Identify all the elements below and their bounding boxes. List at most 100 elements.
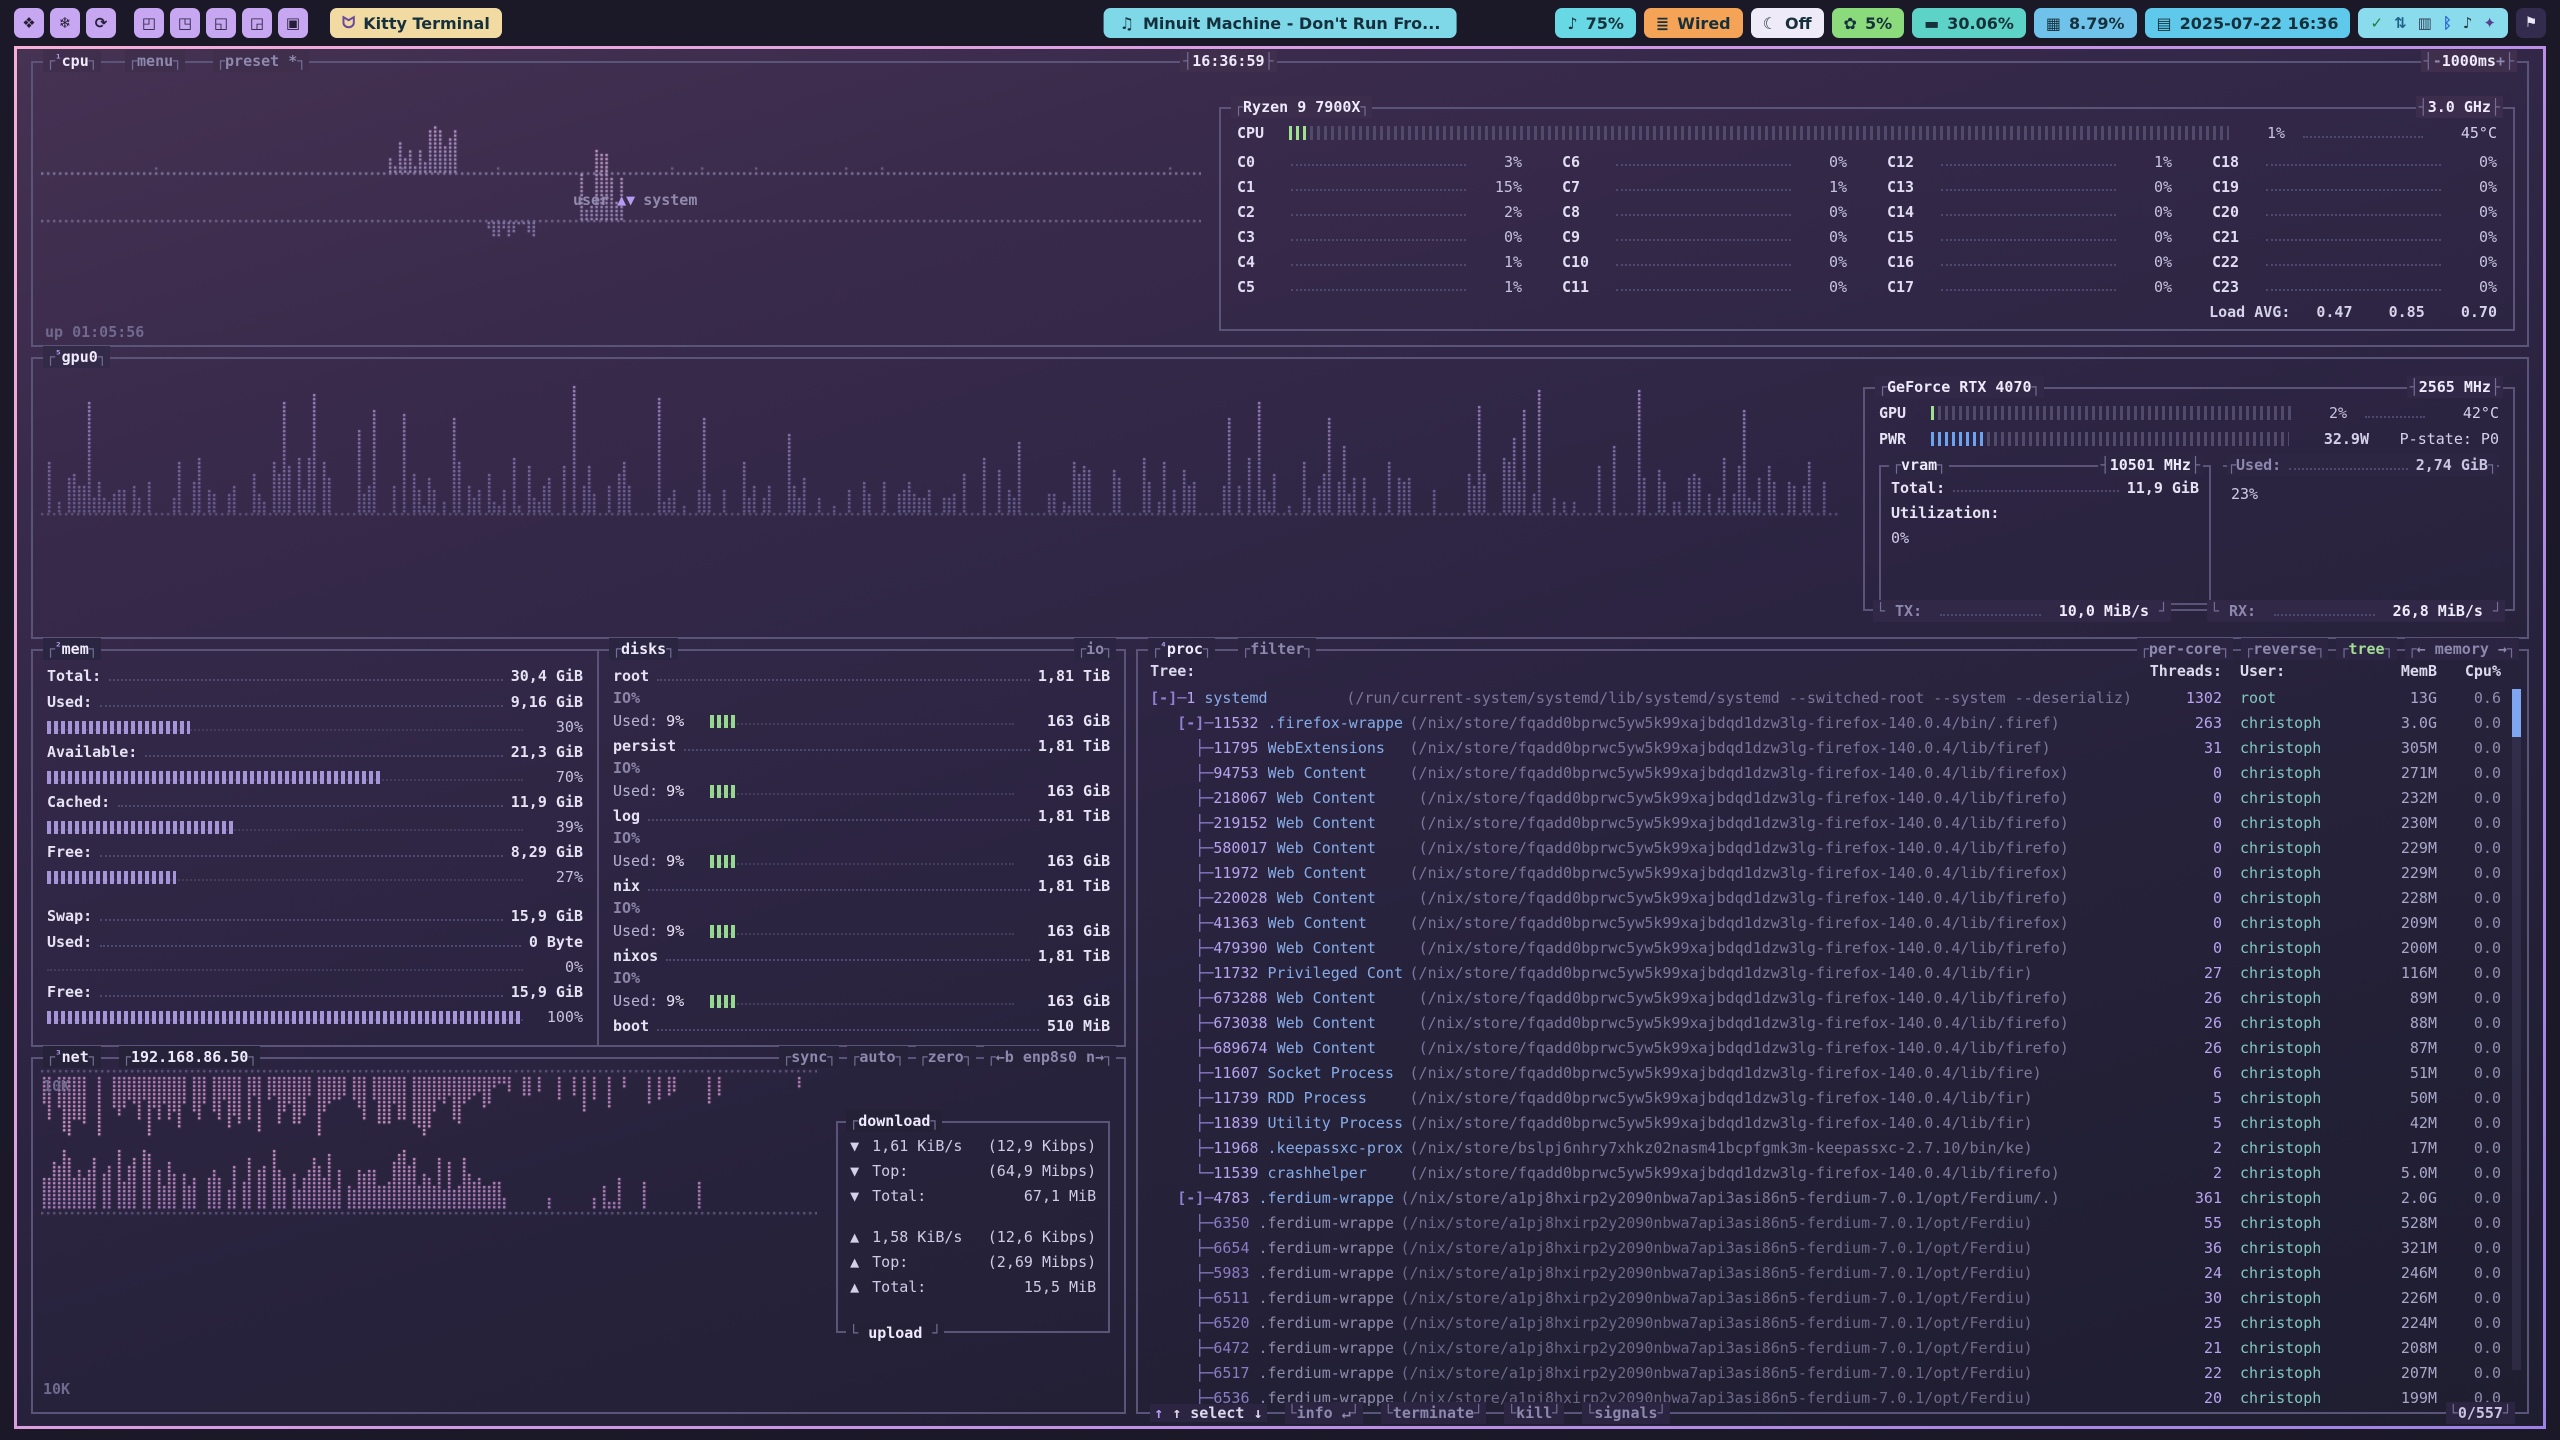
core-name: C16 bbox=[1887, 253, 1933, 271]
menu-button[interactable]: ┌menu┐ bbox=[125, 50, 185, 72]
threads-column-header[interactable]: Threads: bbox=[2132, 662, 2222, 680]
process-row[interactable]: ├─6511.ferdium-wrappe(/nix/store/a1pj8hx… bbox=[1150, 1285, 2501, 1310]
process-row[interactable]: [-]─11532.firefox-wrappe(/nix/store/fqad… bbox=[1150, 710, 2501, 735]
process-row[interactable]: ├─94753Web Content(/nix/store/fqadd0bprw… bbox=[1150, 760, 2501, 785]
core-usage-percent: 0% bbox=[1799, 228, 1847, 246]
net-zero-toggle[interactable]: ┌zero┐ bbox=[916, 1046, 976, 1068]
music-widget[interactable]: ♫ Minuit Machine - Don't Run Fro... bbox=[1104, 8, 1457, 38]
process-row[interactable]: ├─6472.ferdium-wrappe(/nix/store/a1pj8hx… bbox=[1150, 1335, 2501, 1360]
net-interface-selector[interactable]: ┌←b enp8s0 n→┐ bbox=[984, 1046, 1116, 1068]
process-rows: [-]─1systemd(/run/current-system/systemd… bbox=[1138, 683, 2527, 1412]
process-threads: 0 bbox=[2132, 914, 2222, 932]
process-filter-button[interactable]: ┌filter┐ bbox=[1238, 638, 1316, 660]
process-row[interactable]: ├─6520.ferdium-wrappe(/nix/store/a1pj8hx… bbox=[1150, 1310, 2501, 1335]
battery-widget[interactable]: ✿5% bbox=[1832, 8, 1905, 38]
vram-title: ┌vram┐ bbox=[1889, 454, 1949, 476]
signals-button[interactable]: └signals┘ bbox=[1582, 1402, 1669, 1424]
cpu-column-header[interactable]: Cpu% bbox=[2437, 662, 2501, 680]
window-title-button[interactable]: ᗢ Kitty Terminal bbox=[330, 8, 502, 38]
display-icon[interactable]: ▥ bbox=[2418, 14, 2432, 32]
launcher-button[interactable]: ❖ bbox=[14, 8, 44, 38]
process-row[interactable]: ├─41363Web Content(/nix/store/fqadd0bprw… bbox=[1150, 910, 2501, 935]
reload-button[interactable]: ⟳ bbox=[86, 8, 116, 38]
process-row[interactable]: ├─673288Web Content(/nix/store/fqadd0bpr… bbox=[1150, 985, 2501, 1010]
process-row[interactable]: ├─580017Web Content(/nix/store/fqadd0bpr… bbox=[1150, 835, 2501, 860]
process-row[interactable]: └─11539crashhelper(/nix/store/fqadd0bprw… bbox=[1150, 1160, 2501, 1185]
process-row[interactable]: ├─5983.ferdium-wrappe(/nix/store/a1pj8hx… bbox=[1150, 1260, 2501, 1285]
clock-widget[interactable]: ▤2025-07-22 16:36 bbox=[2145, 8, 2351, 38]
process-threads: 1302 bbox=[2132, 689, 2222, 707]
clock-label: 2025-07-22 16:36 bbox=[2180, 14, 2339, 33]
interval-decrease-button[interactable]: - bbox=[2433, 50, 2442, 72]
process-row[interactable]: ├─11732Privileged Cont(/nix/store/fqadd0… bbox=[1150, 960, 2501, 985]
process-name: WebExtensions bbox=[1268, 739, 1410, 757]
network-widget[interactable]: ≣Wired bbox=[1644, 8, 1743, 38]
workspace-5-button[interactable]: ▣ bbox=[278, 8, 308, 38]
sort-column-selector[interactable]: ┌← memory →┐ bbox=[2405, 638, 2519, 660]
volume-widget[interactable]: ♪75% bbox=[1555, 8, 1636, 38]
process-row[interactable]: ├─673038Web Content(/nix/store/fqadd0bpr… bbox=[1150, 1010, 2501, 1035]
preset-button[interactable]: ┌preset *┐ bbox=[213, 50, 309, 72]
process-row[interactable]: ├─6517.ferdium-wrappe(/nix/store/a1pj8hx… bbox=[1150, 1360, 2501, 1385]
disks-io-toggle[interactable]: ┌io┐ bbox=[1074, 638, 1116, 660]
tree-branch: [-]─ bbox=[1150, 714, 1213, 732]
terminate-button[interactable]: └terminate┘ bbox=[1381, 1402, 1486, 1424]
notification-bell-button[interactable]: ⚑ bbox=[2516, 8, 2546, 38]
status-check-icon[interactable]: ✓ bbox=[2370, 14, 2383, 32]
process-row[interactable]: ├─11968.keepassxc-prox(/nix/store/bslpj6… bbox=[1150, 1135, 2501, 1160]
process-threads: 30 bbox=[2132, 1289, 2222, 1307]
workspace-4-button[interactable]: ◲ bbox=[242, 8, 272, 38]
process-row[interactable]: ├─220028Web Content(/nix/store/fqadd0bpr… bbox=[1150, 885, 2501, 910]
info-button[interactable]: └info ↵┘ bbox=[1285, 1402, 1363, 1424]
process-row[interactable]: ├─11839Utility Process(/nix/store/fqadd0… bbox=[1150, 1110, 2501, 1135]
process-row[interactable]: ├─218067Web Content(/nix/store/fqadd0bpr… bbox=[1150, 785, 2501, 810]
reload-icon: ⟳ bbox=[95, 14, 108, 32]
process-row[interactable]: ├─219152Web Content(/nix/store/fqadd0bpr… bbox=[1150, 810, 2501, 835]
workspace-3-button[interactable]: ◱ bbox=[206, 8, 236, 38]
process-row[interactable]: ├─6350.ferdium-wrappe(/nix/store/a1pj8hx… bbox=[1150, 1210, 2501, 1235]
workspace-2-button[interactable]: ◳ bbox=[170, 8, 200, 38]
process-row[interactable]: ├─11972Web Content(/nix/store/fqadd0bprw… bbox=[1150, 860, 2501, 885]
net-stats-box: ┌download┐ └upload┘ ▼1,61 KiB/s(12,9 Kib… bbox=[836, 1121, 1110, 1333]
cpu-usage-widget[interactable]: ▦8.79% bbox=[2034, 8, 2137, 38]
process-row[interactable]: ├─11739RDD Process(/nix/store/fqadd0bprw… bbox=[1150, 1085, 2501, 1110]
process-row[interactable]: ├─479390Web Content(/nix/store/fqadd0bpr… bbox=[1150, 935, 2501, 960]
user-column-header[interactable]: User: bbox=[2222, 662, 2352, 680]
disk-root: root1,81 TiBIO%Used:9%163 GiB bbox=[613, 663, 1110, 733]
workspace-1-button[interactable]: ◰ bbox=[134, 8, 164, 38]
process-pid: 218067 bbox=[1213, 789, 1267, 807]
audio-icon[interactable]: ♪ bbox=[2463, 14, 2473, 32]
process-row[interactable]: ├─11607Socket Process(/nix/store/fqadd0b… bbox=[1150, 1060, 2501, 1085]
idle-inhibitor-widget[interactable]: ☾Off bbox=[1751, 8, 1824, 38]
net-auto-toggle[interactable]: ┌auto┐ bbox=[847, 1046, 907, 1068]
system-tray[interactable]: ✓ ⇅ ▥ ᛒ ♪ ✦ bbox=[2358, 8, 2508, 38]
per-core-toggle[interactable]: ┌per-core┐ bbox=[2137, 638, 2233, 660]
kill-button[interactable]: └kill┘ bbox=[1504, 1402, 1564, 1424]
memory-column-header[interactable]: MemB bbox=[2352, 662, 2437, 680]
gpu-graph bbox=[41, 367, 1841, 517]
process-row[interactable]: [-]─1systemd(/run/current-system/systemd… bbox=[1150, 685, 2501, 710]
sync-icon[interactable]: ⇅ bbox=[2394, 14, 2407, 32]
reverse-toggle[interactable]: ┌reverse┐ bbox=[2241, 638, 2328, 660]
process-user: christoph bbox=[2222, 1364, 2352, 1382]
process-scrollbar[interactable] bbox=[2512, 689, 2521, 1370]
nixos-button[interactable]: ❄ bbox=[50, 8, 80, 38]
mem-row-label: Cached: bbox=[47, 793, 110, 811]
core-usage-percent: 0% bbox=[2124, 228, 2172, 246]
scrollbar-thumb[interactable] bbox=[2512, 689, 2521, 737]
bluetooth-icon[interactable]: ᛒ bbox=[2443, 14, 2452, 32]
process-row[interactable]: ├─6654.ferdium-wrappe(/nix/store/a1pj8hx… bbox=[1150, 1235, 2501, 1260]
select-hint[interactable]: ↑ ↑ select ↓ bbox=[1150, 1404, 1266, 1422]
process-row[interactable]: ├─11795WebExtensions(/nix/store/fqadd0bp… bbox=[1150, 735, 2501, 760]
settings-icon[interactable]: ✦ bbox=[2483, 14, 2496, 32]
net-sync-toggle[interactable]: ┌sync┐ bbox=[779, 1046, 839, 1068]
disk-name: nixos bbox=[613, 947, 658, 965]
tree-toggle[interactable]: ┌tree┐ bbox=[2336, 638, 2396, 660]
update-interval-control[interactable]: ┤-1000ms+├ bbox=[2421, 50, 2517, 72]
tree-column-header[interactable]: Tree: bbox=[1150, 662, 2132, 680]
memory-usage-widget[interactable]: ▬30.06% bbox=[1912, 8, 2026, 38]
net-stat-row: ▲Total:15,5 MiB bbox=[850, 1274, 1096, 1299]
process-row[interactable]: [-]─4783.ferdium-wrappe(/nix/store/a1pj8… bbox=[1150, 1185, 2501, 1210]
interval-increase-button[interactable]: + bbox=[2496, 50, 2505, 72]
process-row[interactable]: ├─689674Web Content(/nix/store/fqadd0bpr… bbox=[1150, 1035, 2501, 1060]
